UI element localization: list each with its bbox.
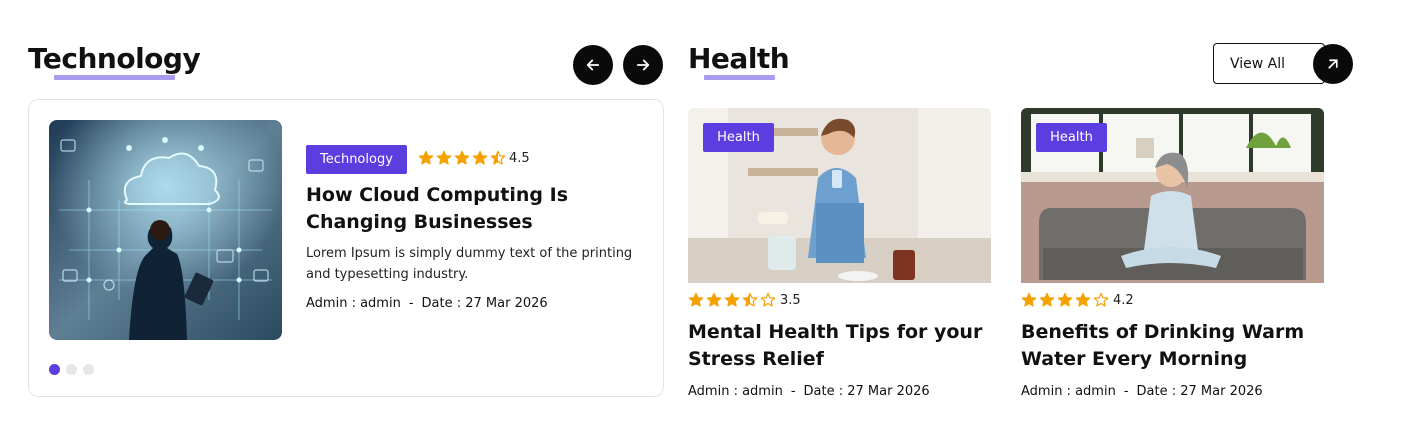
- health-1-rating-stars: [688, 292, 776, 308]
- slider-dot-1[interactable]: [49, 364, 60, 375]
- technology-rating-stars: [418, 150, 506, 166]
- slider-dot-3[interactable]: [83, 364, 94, 375]
- technology-title-underline: [54, 75, 175, 80]
- next-slide-button[interactable]: [623, 45, 663, 85]
- meta-separator: -: [1123, 384, 1129, 399]
- star-full-icon: [706, 292, 722, 307]
- post-date: Date : 27 Mar 2026: [803, 384, 930, 399]
- technology-post-meta: Admin : admin - Date : 27 Mar 2026: [306, 296, 548, 311]
- health-title-underline: [704, 75, 775, 80]
- post-author: Admin : admin: [688, 384, 783, 399]
- post-date: Date : 27 Mar 2026: [1136, 384, 1263, 399]
- cloud-computing-image[interactable]: [49, 120, 282, 340]
- meta-separator: -: [790, 384, 796, 399]
- view-all-arrow-button[interactable]: [1313, 44, 1353, 84]
- health-2-post-title[interactable]: Benefits of Drinking Warm Water Every Mo…: [1021, 319, 1326, 373]
- star-full-icon: [688, 292, 704, 307]
- technology-section-title: Technology: [28, 42, 201, 75]
- slider-dot-2[interactable]: [66, 364, 77, 375]
- health-1-rating-value: 3.5: [780, 293, 801, 308]
- health-2-rating-value: 4.2: [1113, 293, 1134, 308]
- star-empty-icon: [1093, 292, 1109, 307]
- prev-slide-button[interactable]: [573, 45, 613, 85]
- health-1-post-title[interactable]: Mental Health Tips for your Stress Relie…: [688, 319, 993, 373]
- star-full-icon: [1039, 292, 1055, 307]
- slider-pagination: [49, 364, 94, 375]
- health-category-badge-2[interactable]: Health: [1036, 123, 1107, 152]
- health-1-post-meta: Admin : admin - Date : 27 Mar 2026: [688, 384, 930, 399]
- post-author: Admin : admin: [306, 296, 401, 311]
- health-category-badge-1[interactable]: Health: [703, 123, 774, 152]
- warm-water-image[interactable]: Health: [1021, 108, 1324, 283]
- technology-post-description: Lorem Ipsum is simply dummy text of the …: [306, 246, 633, 282]
- arrow-left-icon: [586, 59, 600, 71]
- meta-separator: -: [408, 296, 414, 311]
- arrow-up-right-icon: [1328, 59, 1338, 69]
- health-2-rating-stars: [1021, 292, 1109, 308]
- star-full-icon: [1057, 292, 1073, 307]
- technology-rating-value: 4.5: [509, 151, 530, 166]
- star-empty-icon: [760, 292, 776, 307]
- post-date: Date : 27 Mar 2026: [421, 296, 548, 311]
- star-half-icon: [490, 150, 506, 165]
- view-all-button[interactable]: View All: [1213, 43, 1325, 84]
- post-author: Admin : admin: [1021, 384, 1116, 399]
- star-full-icon: [724, 292, 740, 307]
- star-full-icon: [472, 150, 488, 165]
- star-half-icon: [742, 292, 758, 307]
- view-all-label: View All: [1230, 55, 1286, 72]
- health-2-post-meta: Admin : admin - Date : 27 Mar 2026: [1021, 384, 1263, 399]
- stress-relief-image[interactable]: Health: [688, 108, 991, 283]
- technology-category-badge[interactable]: Technology: [306, 145, 407, 174]
- star-full-icon: [436, 150, 452, 165]
- star-full-icon: [1021, 292, 1037, 307]
- health-section-title: Health: [688, 42, 790, 75]
- star-full-icon: [1075, 292, 1091, 307]
- technology-post-card[interactable]: Technology 4.5 How Cloud Computing Is Ch…: [28, 99, 664, 397]
- technology-post-title[interactable]: How Cloud Computing Is Changing Business…: [306, 182, 636, 236]
- star-full-icon: [454, 150, 470, 165]
- arrow-right-icon: [636, 59, 650, 71]
- star-full-icon: [418, 150, 434, 165]
